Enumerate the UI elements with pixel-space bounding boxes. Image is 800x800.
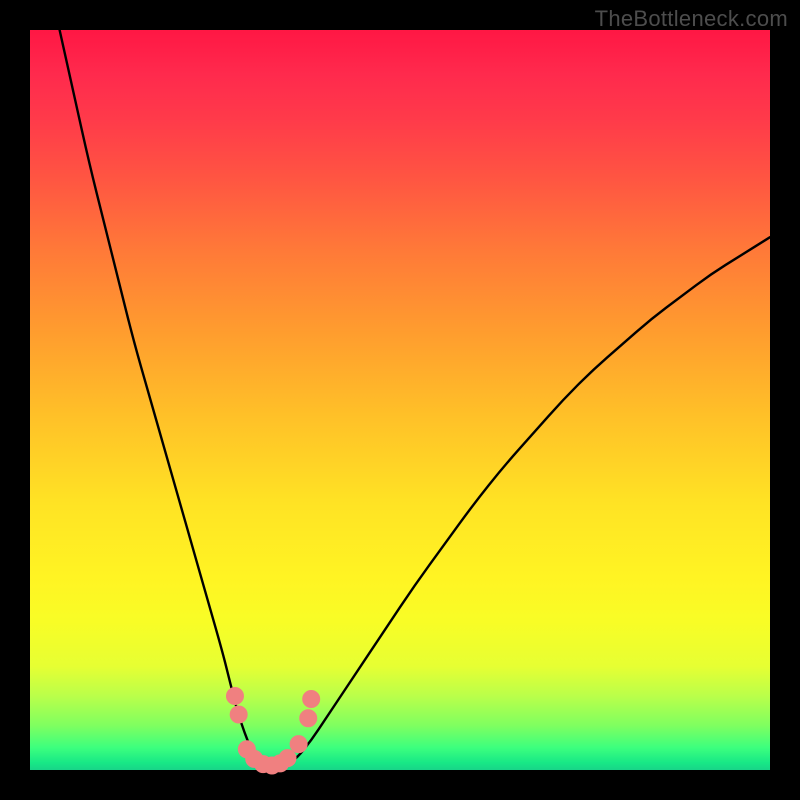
curve-marker	[303, 690, 320, 707]
curve-marker	[290, 736, 307, 753]
curve-marker	[230, 706, 247, 723]
curve-marker	[300, 710, 317, 727]
curve-markers	[226, 688, 319, 775]
curve-marker	[279, 750, 296, 767]
bottleneck-curve	[60, 30, 770, 768]
plot-area	[30, 30, 770, 770]
chart-frame: TheBottleneck.com	[0, 0, 800, 800]
watermark-text: TheBottleneck.com	[595, 6, 788, 32]
curve-marker	[226, 688, 243, 705]
curve-svg	[30, 30, 770, 770]
